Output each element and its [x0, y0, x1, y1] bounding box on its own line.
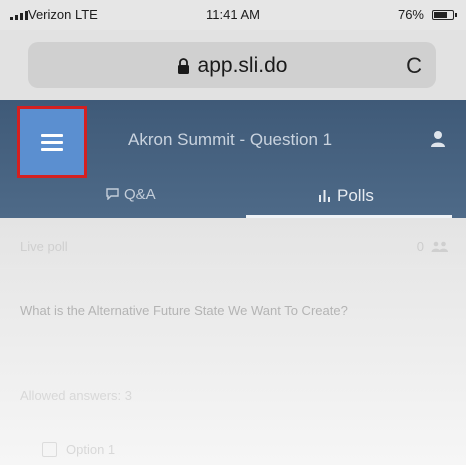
hamburger-menu-icon: [41, 130, 63, 155]
chat-icon: [106, 188, 119, 201]
battery-icon: [432, 10, 457, 20]
lock-icon: [177, 56, 190, 80]
address-bar[interactable]: app.sli.do C: [28, 42, 436, 88]
user-icon[interactable]: [430, 130, 446, 148]
tab-polls-label: Polls: [337, 186, 374, 205]
menu-button[interactable]: [17, 106, 87, 178]
poll-question: What is the Alternative Future State We …: [20, 303, 348, 318]
battery-fill: [434, 12, 447, 18]
poll-content: Live poll 0 What is the Alternative Futu…: [0, 218, 466, 465]
status-time: 11:41 AM: [206, 7, 260, 22]
option-label: Option 1: [66, 442, 116, 457]
tab-qa-label: Q&A: [124, 186, 156, 203]
screen: Verizon LTE 11:41 AM 76% app.sli.do C Ak…: [0, 0, 466, 465]
battery-percent: 76%: [397, 7, 424, 22]
tab-qa[interactable]: Q&A: [106, 186, 156, 203]
option-checkbox[interactable]: [42, 442, 57, 457]
browser-toolbar: app.sli.do C: [0, 30, 466, 100]
allowed-answers: Allowed answers: 3: [20, 388, 132, 403]
url-text: app.sli.do: [197, 54, 288, 77]
poll-option[interactable]: Option 1: [0, 428, 466, 465]
people-icon: [431, 240, 449, 252]
live-poll-label: Live poll: [20, 239, 68, 254]
app-header: Akron Summit - Question 1 Q&A Polls: [0, 100, 466, 218]
live-poll-row: Live poll 0: [0, 218, 466, 269]
event-title: Akron Summit - Question 1: [128, 130, 333, 149]
poll-icon: [319, 190, 330, 202]
participant-count: 0: [416, 239, 424, 254]
reload-icon[interactable]: C: [406, 53, 422, 79]
tab-polls[interactable]: Polls: [318, 186, 374, 206]
status-bar: Verizon LTE 11:41 AM 76%: [0, 0, 466, 30]
tab-bar: Q&A Polls: [0, 178, 466, 218]
